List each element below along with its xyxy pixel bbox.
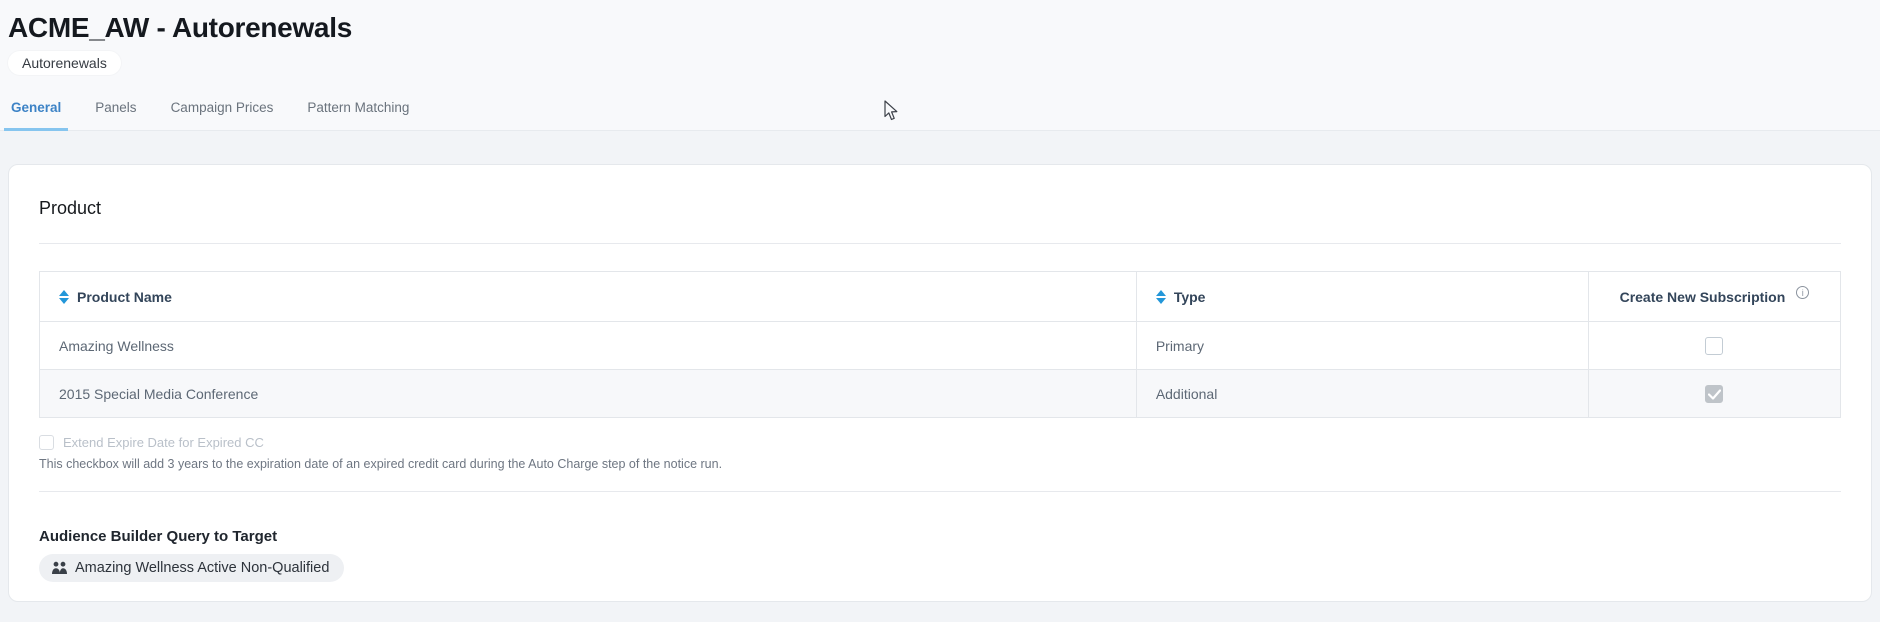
autorenewals-badge: Autorenewals: [8, 51, 121, 75]
create-subscription-checkbox: [1705, 385, 1723, 403]
extend-expire-row: Extend Expire Date for Expired CC: [39, 435, 1841, 450]
tab-panels[interactable]: Panels: [88, 92, 143, 131]
cell-create-new-subscription: [1588, 370, 1840, 418]
table-header-row: Product Name Type: [40, 272, 1841, 322]
audience-builder-heading: Audience Builder Query to Target: [39, 528, 1841, 545]
content-area: Product Product Name: [0, 131, 1880, 602]
column-label: Product Name: [77, 289, 172, 305]
column-label: Create New Subscription: [1620, 289, 1786, 305]
create-subscription-checkbox[interactable]: [1705, 337, 1723, 355]
tab-pattern-matching[interactable]: Pattern Matching: [300, 92, 416, 131]
audience-query-chip[interactable]: Amazing Wellness Active Non-Qualified: [39, 554, 344, 582]
cell-type: Primary: [1136, 322, 1588, 370]
sort-icon[interactable]: [1156, 290, 1166, 304]
extend-expire-label: Extend Expire Date for Expired CC: [63, 435, 264, 450]
page-header: ACME_AW - Autorenewals Autorenewals Gene…: [0, 0, 1880, 131]
extend-expire-help-text: This checkbox will add 3 years to the ex…: [39, 457, 1841, 471]
cell-product-name: 2015 Special Media Conference: [40, 370, 1137, 418]
product-section-heading: Product: [39, 165, 1841, 219]
badge-label: Autorenewals: [22, 55, 107, 71]
column-header-type[interactable]: Type: [1136, 272, 1588, 322]
product-table: Product Name Type: [39, 271, 1841, 418]
section-divider: [39, 243, 1841, 244]
column-label: Type: [1174, 289, 1206, 305]
sort-icon[interactable]: [59, 290, 69, 304]
column-header-create-new-subscription: Create New Subscription i: [1588, 272, 1840, 322]
page-title: ACME_AW - Autorenewals: [8, 12, 1880, 44]
cell-type: Additional: [1136, 370, 1588, 418]
section-divider: [39, 491, 1841, 492]
people-icon: [51, 561, 68, 575]
table-row: 2015 Special Media Conference Additional: [40, 370, 1841, 418]
tab-general[interactable]: General: [4, 92, 68, 131]
tab-bar: General Panels Campaign Prices Pattern M…: [4, 92, 416, 131]
product-card: Product Product Name: [8, 164, 1872, 602]
table-row: Amazing Wellness Primary: [40, 322, 1841, 370]
cell-create-new-subscription: [1588, 322, 1840, 370]
tab-campaign-prices[interactable]: Campaign Prices: [164, 92, 281, 131]
column-header-product-name[interactable]: Product Name: [40, 272, 1137, 322]
cell-product-name: Amazing Wellness: [40, 322, 1137, 370]
extend-expire-checkbox: [39, 435, 54, 450]
info-icon[interactable]: i: [1796, 286, 1809, 299]
audience-query-label: Amazing Wellness Active Non-Qualified: [75, 560, 329, 576]
